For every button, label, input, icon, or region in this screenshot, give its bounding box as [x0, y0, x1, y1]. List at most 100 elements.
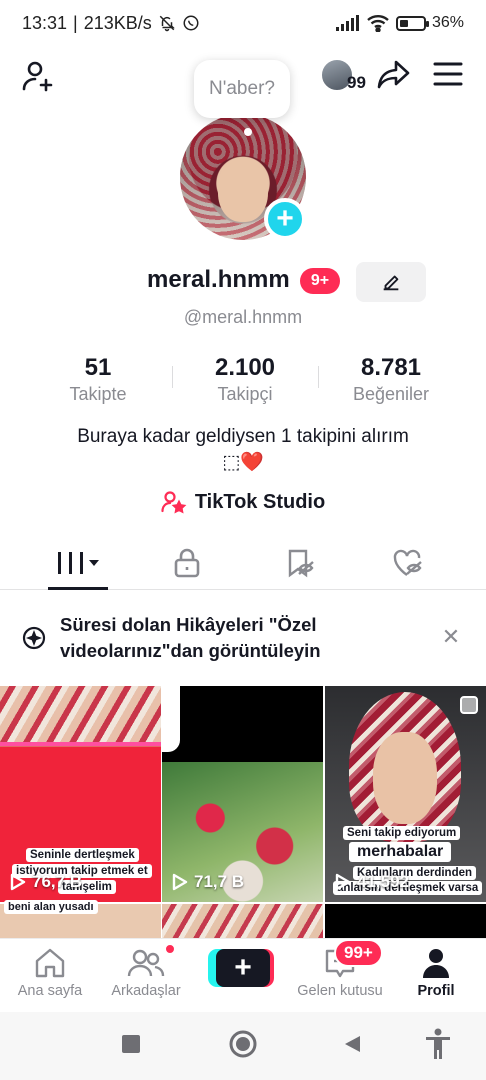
bottom-nav: Ana sayfa Arkadaşlar + Gelen kutusu 99+ … [0, 938, 486, 1008]
notification-badge[interactable]: 9+ [300, 268, 340, 294]
add-user-icon [22, 61, 53, 92]
heart-hidden-icon [393, 549, 422, 576]
tab-private[interactable] [137, 538, 237, 588]
video-tile[interactable]: Seninle dertleşmek istiyorum takip etmek… [0, 686, 161, 902]
tile-thumbnail-top [0, 686, 161, 744]
tile-caption: Seni takip ediyorum [343, 826, 461, 840]
bio-line-2: ⬚❤️ [222, 452, 264, 473]
back-button[interactable] [342, 1034, 362, 1059]
active-tab-indicator [48, 587, 108, 590]
video-tile[interactable]: Seni takip ediyorum merhabalar Kadınları… [325, 686, 486, 902]
friends-icon [127, 949, 165, 977]
profile-stats: 51 Takipte 2.100 Takipçi 8.781 Beğeniler [0, 354, 486, 410]
add-story-button[interactable]: + [264, 198, 306, 240]
view-count: 71,7 B [194, 872, 245, 891]
status-time: 13:31 [22, 12, 68, 33]
profile-bio: Buraya kadar geldiysen 1 takipini alırım… [0, 424, 486, 476]
recent-apps-button[interactable] [121, 1034, 141, 1059]
studio-person-star-icon [161, 491, 187, 514]
stories-banner[interactable]: Süresi dolan Hikâyeleri "Özel videoların… [0, 606, 486, 670]
tile-divider [0, 742, 161, 746]
accessibility-button[interactable] [424, 1028, 452, 1065]
profile-viewers-button[interactable]: 99 [320, 58, 370, 94]
stat-label: Takipte [69, 384, 127, 404]
friends-notification-dot [164, 943, 176, 955]
mute-bell-icon [159, 15, 175, 32]
wifi-icon [367, 15, 389, 32]
video-tile[interactable]: 71,7 B [162, 686, 323, 902]
status-left: 13:31 | 213KB/s [22, 13, 200, 34]
viewer-count: 99 [347, 73, 366, 92]
video-tile-partial[interactable] [162, 904, 323, 938]
whatsapp-icon [183, 15, 199, 31]
nav-profile-label: Profil [417, 983, 455, 999]
add-friend-button[interactable] [18, 56, 58, 96]
inbox-badge: 99+ [334, 939, 383, 967]
bookmark-hidden-icon [288, 549, 314, 578]
tiktok-studio-link[interactable]: TikTok Studio [0, 490, 486, 514]
tile-views: 41,592 [335, 872, 409, 892]
create-button[interactable]: + [208, 949, 274, 987]
battery-fill [399, 19, 408, 27]
stat-following[interactable]: 51 Takipte [33, 354, 163, 405]
back-triangle-icon [345, 1036, 360, 1052]
battery-percent: 36% [431, 14, 464, 31]
tile-caption: merhabalar [349, 842, 452, 862]
tab-liked[interactable] [358, 538, 458, 588]
menu-button[interactable] [428, 54, 468, 94]
nav-home-label: Ana sayfa [17, 983, 83, 999]
square-icon [122, 1035, 140, 1053]
tile-views: 76,7 B [10, 872, 82, 892]
tab-videos[interactable] [28, 538, 128, 588]
tile-caption: Seninle dertleşmek [26, 848, 139, 862]
battery-icon [395, 15, 429, 31]
stat-value: 8.781 [360, 354, 422, 381]
tile-views: 71,7 B [172, 872, 244, 892]
home-system-button[interactable] [229, 1030, 257, 1063]
hamburger-menu-icon [433, 62, 463, 86]
avatar-face [218, 158, 268, 222]
edit-profile-button[interactable] [356, 262, 426, 302]
pencil-icon [383, 275, 399, 291]
video-grid: Seninle dertleşmek istiyorum takip etmek… [0, 686, 486, 938]
tab-saved[interactable] [250, 538, 350, 588]
stat-likes[interactable]: 8.781 Beğeniler [326, 354, 456, 405]
view-count: 41,592 [357, 872, 409, 891]
bio-line-1: Buraya kadar geldiysen 1 takipini alırım [77, 426, 409, 447]
stat-value: 51 [84, 354, 112, 381]
close-icon[interactable]: ✕ [438, 624, 464, 650]
profile-tabs [0, 538, 486, 590]
stat-divider [318, 366, 319, 388]
username: meral.hnmm [147, 266, 290, 293]
share-arrow-icon [377, 60, 410, 89]
play-icon [10, 873, 26, 891]
system-navigation-bar [0, 1012, 486, 1080]
plus-icon: + [216, 949, 270, 987]
home-icon [35, 948, 65, 978]
stat-label: Takipçi [217, 384, 273, 404]
note-bubble[interactable]: N'aber? [194, 60, 290, 118]
nav-friends[interactable]: Arkadaşlar [96, 947, 196, 999]
video-tile-partial[interactable] [325, 904, 486, 938]
accessibility-icon [426, 1028, 450, 1059]
video-tile-partial[interactable]: beni alan yusadı [0, 900, 161, 938]
nav-inbox-label: Gelen kutusu [297, 983, 383, 999]
tile-caption: beni alan yusadı [4, 900, 98, 914]
user-handle: @meral.hnmm [183, 307, 303, 327]
username-row: meral.hnmm 9+ [0, 262, 486, 302]
stat-divider [172, 366, 173, 388]
grid-icon [58, 552, 99, 574]
nav-profile[interactable]: Profil [386, 947, 486, 999]
status-right: 36% [335, 14, 464, 32]
play-icon [172, 873, 188, 891]
network-speed: 213KB/s [83, 12, 152, 33]
profile-icon [423, 949, 449, 978]
tile-face [373, 732, 437, 824]
multi-photo-icon [460, 696, 478, 714]
share-profile-button[interactable] [374, 54, 414, 94]
note-bubble-dot [244, 128, 252, 136]
nav-home[interactable]: Ana sayfa [0, 947, 100, 999]
studio-label: TikTok Studio [194, 490, 326, 513]
story-plus-icon [22, 626, 46, 650]
stat-followers[interactable]: 2.100 Takipçi [180, 354, 310, 405]
